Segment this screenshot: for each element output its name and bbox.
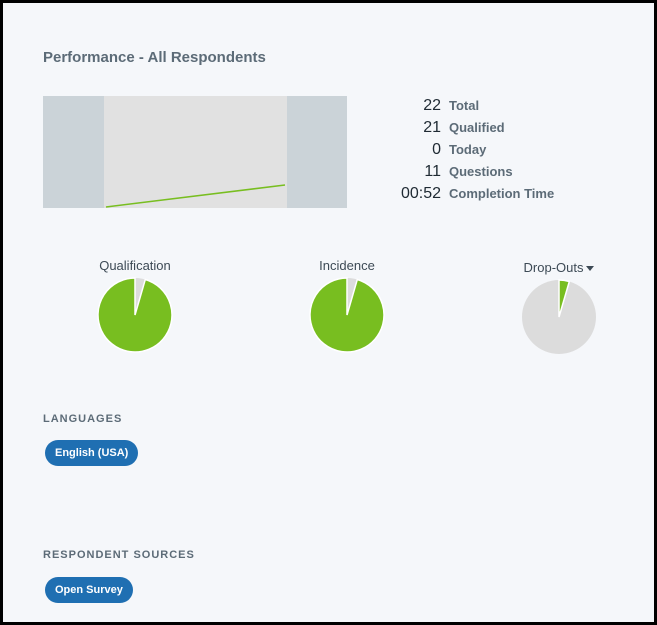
qualification-pie [97,277,173,353]
stat-today-value: 0 [432,141,441,158]
stat-questions: 11 Questions [391,163,621,185]
languages-heading: LANGUAGES [43,413,123,425]
sparkline-plot-area [104,96,287,208]
stat-qualified-label: Qualified [449,120,505,135]
dropouts-pie-title[interactable]: Drop-Outs [524,260,584,275]
stat-total: 22 Total [391,97,621,119]
trend-sparkline [43,96,347,208]
dropouts-pie [522,279,596,354]
stat-today: 0 Today [391,141,621,163]
stat-total-value: 22 [423,97,441,114]
stat-total-label: Total [449,98,480,113]
qualification-pie-slice [97,277,173,353]
source-pill-open-survey[interactable]: Open Survey [45,577,133,603]
stat-qualified: 21 Qualified [391,119,621,141]
caret-down-icon[interactable] [586,266,595,272]
qualification-pie-title: Qualification [99,258,171,273]
stat-completion-time: 00:52 Completion Time [391,185,621,207]
qualification-pie-group: Qualification [60,257,210,358]
incidence-pie-title: Incidence [319,258,375,273]
sparkline-right-band [287,96,347,208]
performance-panel: Performance - All Respondents 22 Total 2… [0,0,657,625]
sparkline-left-band [43,96,104,208]
page-title: Performance - All Respondents [43,49,266,66]
dropouts-pie-group: Drop-Outs [484,259,634,360]
stat-completion-time-value: 00:52 [400,185,441,202]
stat-questions-value: 11 [424,163,441,180]
stat-today-label: Today [449,142,487,157]
incidence-pie [309,277,385,353]
dropouts-dropdown[interactable]: Drop-Outs [484,259,634,279]
incidence-pie-group: Incidence [272,257,422,358]
respondent-sources-heading: RESPONDENT SOURCES [43,549,195,561]
stat-qualified-value: 21 [423,119,441,136]
stat-questions-label: Questions [449,164,513,179]
stat-completion-time-label: Completion Time [449,186,555,201]
language-pill-english-usa[interactable]: English (USA) [45,440,139,466]
stats-list: 22 Total 21 Qualified 0 Today 11 Questio… [391,97,621,207]
incidence-pie-slice [309,277,385,353]
